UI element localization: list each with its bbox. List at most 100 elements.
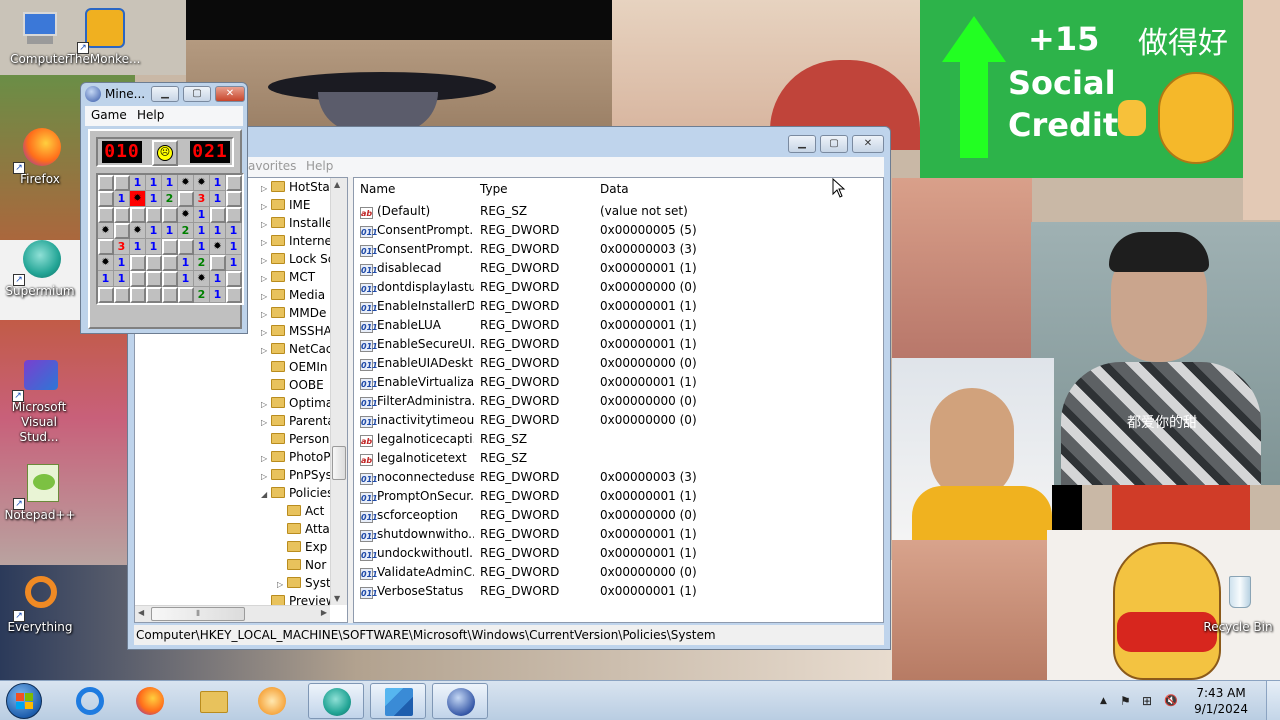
taskbar-minesweeper[interactable] bbox=[432, 683, 488, 719]
unopened-cell[interactable] bbox=[226, 175, 242, 191]
value-row[interactable]: 011EnableUIADeskt... REG_DWORD 0x00000000 … bbox=[354, 354, 883, 373]
scroll-up-arrow-icon[interactable]: ▲ bbox=[334, 180, 340, 189]
mine-icon[interactable]: ✹ bbox=[210, 239, 226, 255]
unopened-cell[interactable] bbox=[226, 191, 242, 207]
volume-muted-icon[interactable]: 🔇 bbox=[1164, 694, 1178, 707]
value-row[interactable]: 011ValidateAdminC... REG_DWORD 0x00000000 … bbox=[354, 563, 883, 582]
number-cell[interactable]: 1 bbox=[146, 223, 162, 239]
tree-node[interactable]: ▷ MSSHA bbox=[261, 322, 332, 340]
mine-icon[interactable]: ✹ bbox=[98, 223, 114, 239]
tree-expander-icon[interactable]: ◢ bbox=[261, 486, 271, 504]
clock[interactable]: 7:43 AM 9/1/2024 bbox=[1194, 685, 1248, 717]
tree-node[interactable]: ▷ MCT bbox=[261, 268, 315, 286]
tree-node[interactable]: ▷ PhotoP bbox=[261, 448, 330, 466]
number-cell[interactable]: 1 bbox=[194, 207, 210, 223]
value-row[interactable]: 011ConsentPrompt... REG_DWORD 0x00000005 (… bbox=[354, 221, 883, 240]
unopened-cell[interactable] bbox=[114, 175, 130, 191]
show-desktop-button[interactable] bbox=[1266, 681, 1280, 720]
tree-node[interactable]: ▷ Parenta bbox=[261, 412, 335, 430]
value-row[interactable]: ab legalnoticecapti... REG_SZ bbox=[354, 430, 883, 449]
number-cell[interactable]: 1 bbox=[210, 287, 226, 303]
tree-node[interactable]: ▷ Media bbox=[261, 286, 325, 304]
tree-node[interactable]: ▷ Optima bbox=[261, 394, 333, 412]
unopened-cell[interactable] bbox=[162, 255, 178, 271]
mine-icon[interactable]: ✹ bbox=[98, 255, 114, 271]
tree-node[interactable]: ▷ Syst bbox=[277, 574, 331, 592]
column-header-name[interactable]: Name bbox=[354, 178, 476, 200]
taskbar-supermium[interactable] bbox=[308, 683, 364, 719]
number-cell[interactable]: 1 bbox=[226, 239, 242, 255]
tree-node[interactable]: Person bbox=[261, 430, 329, 448]
desktop-icon-supermium[interactable]: ↗ Supermium bbox=[0, 238, 80, 299]
unopened-cell[interactable] bbox=[226, 207, 242, 223]
value-row[interactable]: 011PromptOnSecur... REG_DWORD 0x00000001 (… bbox=[354, 487, 883, 506]
desktop-icon-recycle-bin[interactable]: Recycle Bin bbox=[1198, 574, 1278, 635]
unopened-cell[interactable] bbox=[178, 239, 194, 255]
number-cell[interactable]: 1 bbox=[114, 191, 130, 207]
minimize-button[interactable]: ▁ bbox=[788, 135, 816, 153]
value-row[interactable]: 011EnableLUA REG_DWORD 0x00000001 (1) bbox=[354, 316, 883, 335]
value-row[interactable]: 011scforceoption REG_DWORD 0x00000000 (0) bbox=[354, 506, 883, 525]
tree-node[interactable]: ▷ Lock Sc bbox=[261, 250, 334, 268]
start-button[interactable] bbox=[6, 683, 42, 719]
new-game-button[interactable]: ☹ bbox=[152, 140, 178, 166]
maximize-button[interactable]: ▢ bbox=[820, 135, 848, 153]
tree-node[interactable]: OOBE bbox=[261, 376, 324, 394]
minefield-grid[interactable]: 1 1 1 ✹ ✹ 1 1 ✹ 1 2 3 1 ✹ 1 ✹ ✹ 1 1 2 1 1 1 3 1 1 1 ✹ 1 ✹ 1 1 2 1 1 1 1 ✹ 1 2 1 bbox=[96, 173, 244, 305]
unopened-cell[interactable] bbox=[146, 207, 162, 223]
menu-help[interactable]: Help bbox=[306, 159, 333, 173]
tree-node[interactable]: Exp bbox=[277, 538, 327, 556]
minimize-button[interactable]: ▁ bbox=[151, 86, 179, 102]
tree-node[interactable]: ▷ HotSta bbox=[261, 178, 330, 196]
taskbar-media-player[interactable] bbox=[244, 683, 300, 719]
number-cell[interactable]: 1 bbox=[162, 223, 178, 239]
tree-node[interactable]: ▷ IME bbox=[261, 196, 310, 214]
unopened-cell[interactable] bbox=[130, 255, 146, 271]
value-row[interactable]: 011dontdisplaylastu... REG_DWORD 0x0000000… bbox=[354, 278, 883, 297]
tree-node[interactable]: ◢ Policies bbox=[261, 484, 333, 502]
number-cell[interactable]: 1 bbox=[114, 255, 130, 271]
number-cell[interactable]: 1 bbox=[98, 271, 114, 287]
exploded-mine-icon[interactable]: ✹ bbox=[130, 191, 146, 207]
number-cell[interactable]: 1 bbox=[178, 271, 194, 287]
desktop-icon-notepadpp[interactable]: ↗ Notepad++ bbox=[0, 462, 80, 523]
unopened-cell[interactable] bbox=[210, 255, 226, 271]
taskbar-internet-explorer[interactable] bbox=[62, 683, 118, 719]
unopened-cell[interactable] bbox=[114, 223, 130, 239]
scrollbar-thumb[interactable]: ⦀ bbox=[151, 607, 245, 621]
action-center-flag-icon[interactable]: ⚑ bbox=[1120, 694, 1131, 708]
show-hidden-icons-button[interactable]: ▲ bbox=[1100, 696, 1107, 706]
tree-node[interactable]: ▷ Interne bbox=[261, 232, 332, 250]
number-cell[interactable]: 1 bbox=[162, 175, 178, 191]
network-icon[interactable]: ⊞ bbox=[1142, 694, 1152, 708]
number-cell[interactable]: 1 bbox=[210, 223, 226, 239]
close-button[interactable]: ✕ bbox=[852, 135, 884, 153]
tree-node[interactable]: ▷ Installe bbox=[261, 214, 333, 232]
tree-vertical-scrollbar[interactable]: ▲ ▼ bbox=[330, 178, 347, 605]
tree-node[interactable]: ▷ MMDe bbox=[261, 304, 326, 322]
unopened-cell[interactable] bbox=[162, 271, 178, 287]
value-row[interactable]: 011ConsentPrompt... REG_DWORD 0x00000003 (… bbox=[354, 240, 883, 259]
number-cell[interactable]: 1 bbox=[194, 239, 210, 255]
number-cell[interactable]: 1 bbox=[178, 255, 194, 271]
value-row[interactable]: ab legalnoticetext REG_SZ bbox=[354, 449, 883, 468]
unopened-cell[interactable] bbox=[226, 287, 242, 303]
value-row[interactable]: 011FilterAdministra... REG_DWORD 0x0000000… bbox=[354, 392, 883, 411]
number-cell[interactable]: 2 bbox=[194, 287, 210, 303]
value-list[interactable]: Name Type Data ab (Default) REG_SZ (value n… bbox=[353, 177, 884, 623]
desktop-icon-everything[interactable]: ↗ Everything bbox=[0, 574, 80, 635]
value-row[interactable]: 011undockwithoutl... REG_DWORD 0x00000001 … bbox=[354, 544, 883, 563]
unopened-cell[interactable] bbox=[114, 207, 130, 223]
unopened-cell[interactable] bbox=[98, 239, 114, 255]
taskbar-firefox[interactable] bbox=[122, 683, 178, 719]
mine-icon[interactable]: ✹ bbox=[194, 271, 210, 287]
tree-node[interactable]: Act bbox=[277, 502, 324, 520]
number-cell[interactable]: 3 bbox=[114, 239, 130, 255]
desktop-icon-firefox[interactable]: ↗ Firefox bbox=[0, 126, 80, 187]
number-cell[interactable]: 3 bbox=[194, 191, 210, 207]
menu-favorites[interactable]: avorites bbox=[248, 159, 296, 173]
mine-icon[interactable]: ✹ bbox=[194, 175, 210, 191]
unopened-cell[interactable] bbox=[146, 271, 162, 287]
column-header-data[interactable]: Data bbox=[594, 178, 844, 200]
unopened-cell[interactable] bbox=[162, 287, 178, 303]
